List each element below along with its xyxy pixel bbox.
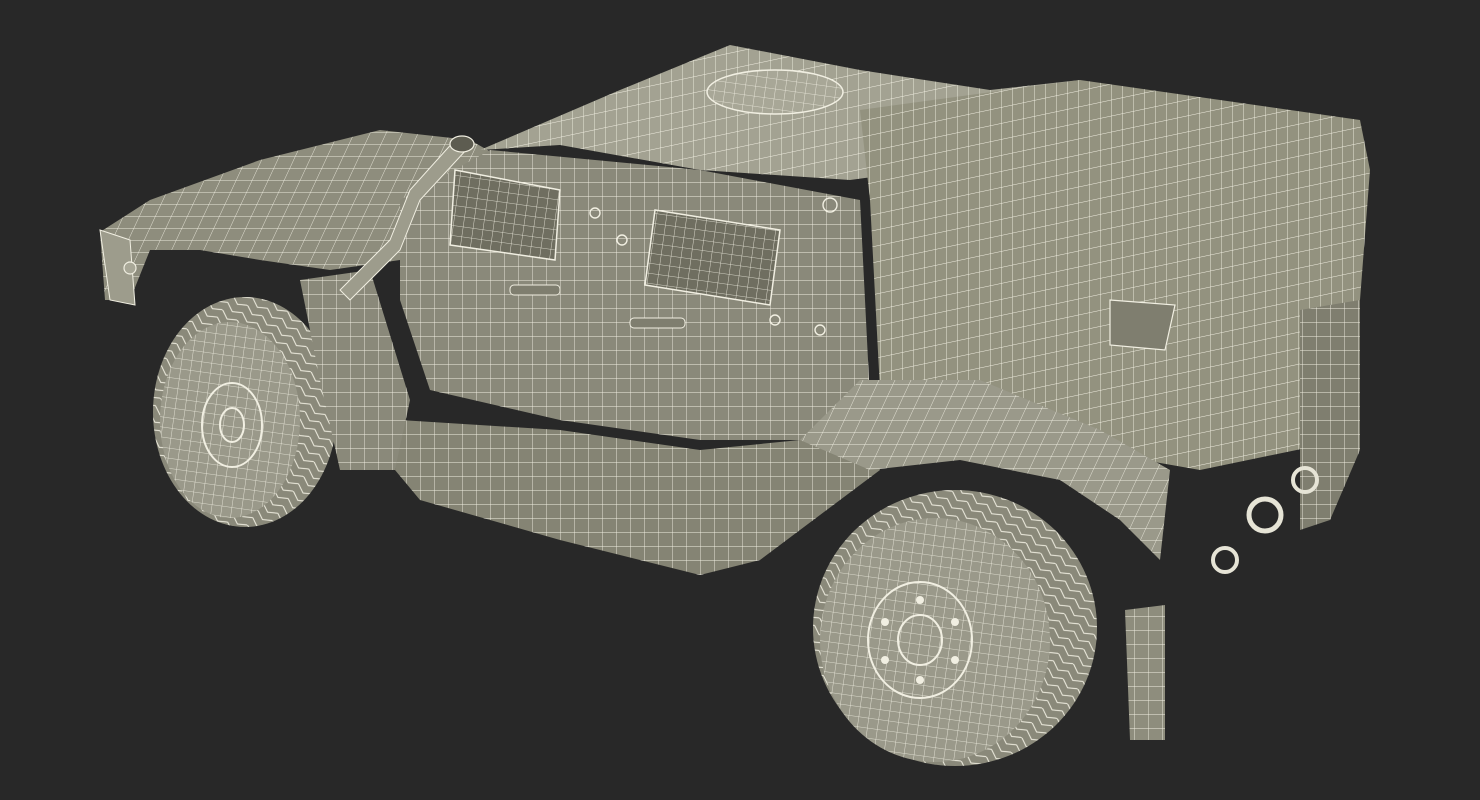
rear-wheel [813,490,1097,766]
vehicle-wireframe-render [99,45,1370,766]
front-wheel [153,297,337,527]
render-viewport [0,0,1480,800]
